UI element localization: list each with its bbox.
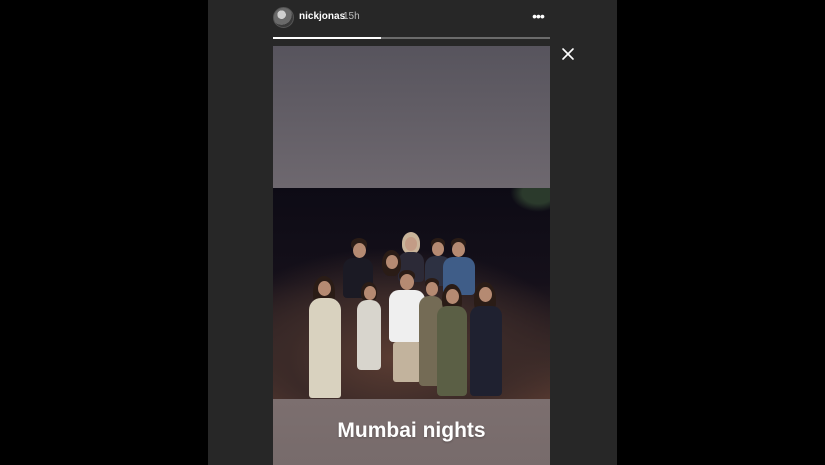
story-top-band (273, 46, 550, 188)
story-caption: Mumbai nights (337, 419, 486, 442)
story-progress-bar (273, 37, 550, 39)
story-header: nickjonas 15h ••• (273, 7, 550, 29)
group-photo (273, 188, 550, 399)
username[interactable]: nickjonas (299, 11, 345, 22)
timestamp: 15h (343, 11, 360, 22)
palm-tree-silhouette (510, 188, 550, 212)
more-options-icon[interactable]: ••• (530, 9, 546, 23)
avatar[interactable] (273, 7, 294, 28)
close-icon[interactable] (560, 46, 576, 62)
story-progress-fill (273, 37, 382, 39)
story-content[interactable]: Mumbai nights (273, 46, 550, 465)
